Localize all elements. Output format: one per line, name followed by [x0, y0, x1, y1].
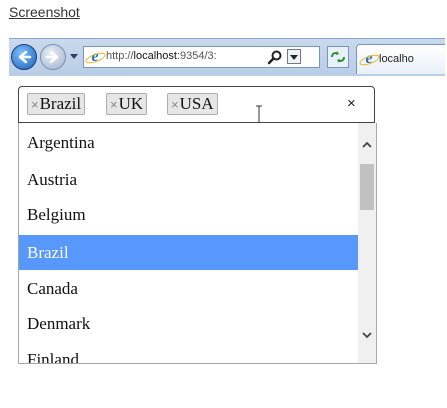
compatibility-view-button[interactable] — [327, 46, 349, 68]
option-finland[interactable]: Finland — [19, 342, 358, 363]
token-label: USA — [179, 94, 214, 113]
browser-tab[interactable]: e localho — [356, 44, 445, 74]
back-arrow-icon — [18, 50, 32, 64]
screenshot-link[interactable]: Screenshot — [9, 4, 80, 20]
address-url[interactable]: http://localhost:9354/3: — [106, 50, 256, 62]
scroll-up-icon[interactable] — [361, 139, 373, 151]
option-austria[interactable]: Austria — [19, 162, 358, 197]
selected-token-uk: ×UK — [106, 93, 148, 115]
country-multiselect[interactable]: ×Brazil ×UK ×USA × — [18, 86, 375, 125]
compatibility-icon — [331, 51, 345, 63]
country-options-dropdown: Argentina Austria Belgium Brazil Canada … — [18, 123, 377, 364]
option-belgium[interactable]: Belgium — [19, 197, 358, 232]
tab-title: localho — [379, 53, 414, 65]
remove-token-usa-icon[interactable]: × — [171, 97, 179, 112]
option-canada[interactable]: Canada — [19, 271, 358, 306]
forward-arrow-icon — [45, 50, 59, 64]
forward-button[interactable] — [40, 44, 66, 70]
clear-all-button[interactable]: × — [347, 95, 356, 112]
address-bar[interactable]: e http://localhost:9354/3: — [83, 46, 320, 68]
tab-ie-icon: e — [361, 51, 377, 67]
option-denmark[interactable]: Denmark — [19, 306, 358, 341]
token-label: UK — [118, 94, 144, 113]
scroll-down-icon[interactable] — [361, 329, 373, 341]
browser-toolbar: e http://localhost:9354/3: e localho — [9, 38, 445, 76]
selected-token-brazil: ×Brazil — [27, 93, 86, 115]
scroll-thumb[interactable] — [360, 164, 374, 210]
back-button[interactable] — [11, 44, 37, 70]
recent-pages-dropdown-icon[interactable] — [70, 54, 78, 59]
token-label: Brazil — [39, 94, 82, 113]
selected-token-usa: ×USA — [167, 93, 218, 115]
search-icon[interactable] — [267, 49, 283, 65]
remove-token-uk-icon[interactable]: × — [110, 97, 118, 112]
option-argentina[interactable]: Argentina — [19, 125, 358, 160]
option-brazil[interactable]: Brazil — [19, 235, 358, 270]
remove-token-brazil-icon[interactable]: × — [31, 97, 39, 112]
dropdown-scrollbar[interactable] — [358, 123, 376, 363]
address-dropdown-button[interactable] — [287, 49, 301, 64]
text-cursor-icon — [256, 105, 262, 125]
ie-page-icon: e — [87, 49, 103, 65]
